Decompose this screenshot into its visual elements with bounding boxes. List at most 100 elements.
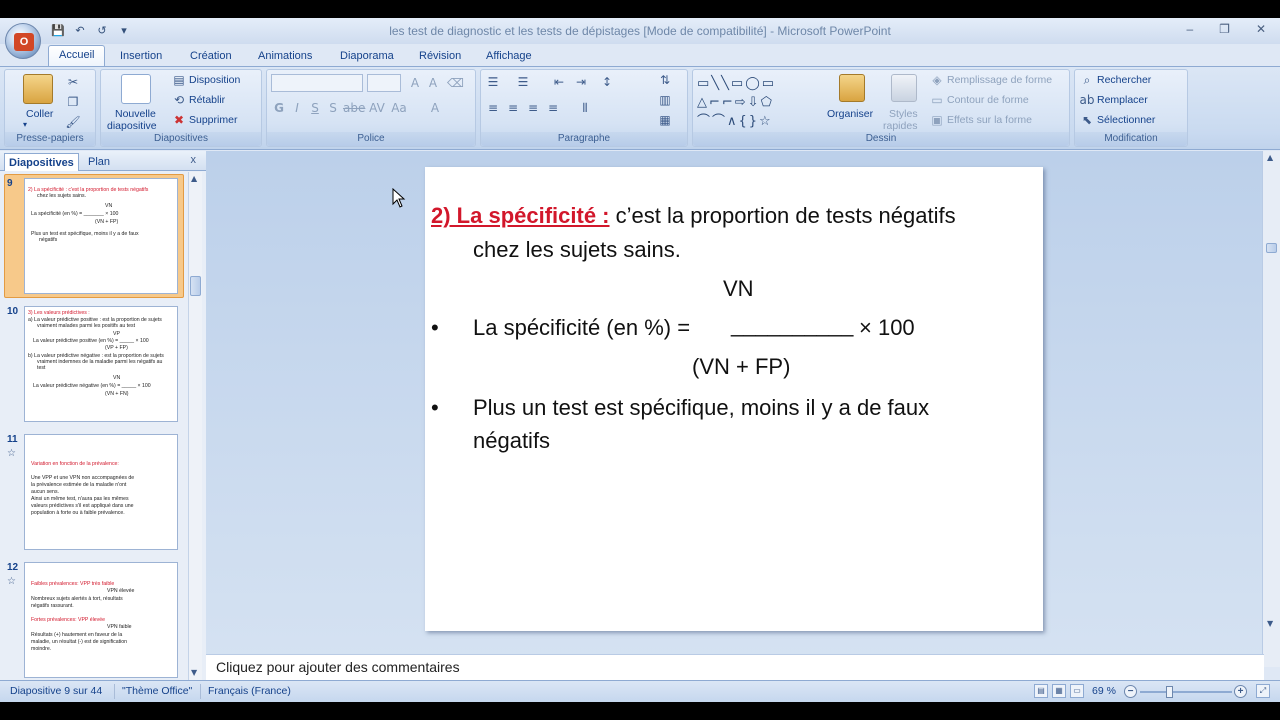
slide-thumbnail-9[interactable]: 9 2) La spécificité : c'est la proportio… [4, 174, 184, 300]
shrink-font-icon[interactable]: A [425, 75, 441, 91]
change-case-icon[interactable]: Aa [391, 100, 407, 116]
slide-sorter-icon[interactable]: ▦ [1052, 684, 1066, 698]
scroll-thumb[interactable] [190, 276, 201, 296]
strikethrough-icon[interactable]: abe [343, 100, 365, 116]
line-spacing-icon[interactable]: ↕ [599, 74, 615, 90]
tab-affichage[interactable]: Affichage [486, 47, 532, 66]
clear-format-icon[interactable]: ⌫ [447, 75, 464, 91]
scroll-up-icon[interactable]: ▲ [191, 174, 197, 183]
customize-qat-icon[interactable]: ▾ [116, 23, 132, 39]
slide-thumbnail-12[interactable]: 12 ☆ Faibles prévalences: VPP très faibl… [4, 562, 184, 680]
window-controls: – ❐ ✕ [1186, 22, 1266, 36]
layout-button[interactable]: Disposition [189, 74, 240, 86]
arrange-icon[interactable] [839, 74, 865, 102]
zoom-level[interactable]: 69 % [1092, 685, 1116, 697]
font-family-select[interactable] [271, 74, 363, 92]
reset-button[interactable]: Rétablir [189, 94, 225, 106]
select-icon: ⬉ [1081, 113, 1093, 127]
quick-styles-button-line2[interactable]: rapides [883, 120, 917, 132]
font-color-icon[interactable]: A [427, 100, 443, 116]
smartart-icon[interactable]: ▦ [657, 112, 673, 128]
minimize-button[interactable]: – [1186, 22, 1193, 36]
align-left-icon[interactable]: ≡ [485, 100, 501, 116]
italic-icon[interactable]: I [289, 100, 305, 116]
scroll-down-icon[interactable]: ▼ [191, 668, 197, 677]
new-slide-button-line1[interactable]: Nouvelle [115, 108, 156, 120]
text-direction-icon[interactable]: ⇅ [657, 72, 673, 88]
justify-icon[interactable]: ≡ [545, 100, 561, 116]
title-bar: les test de diagnostic et les tests de d… [0, 18, 1280, 44]
replace-button[interactable]: Remplacer [1097, 94, 1148, 106]
underline-icon[interactable]: S [307, 100, 323, 116]
find-button[interactable]: Rechercher [1097, 74, 1151, 86]
align-text-icon[interactable]: ▥ [657, 92, 673, 108]
status-bar: Diapositive 9 sur 44 "Thème Office" Fran… [0, 680, 1280, 702]
quick-styles-button-line1[interactable]: Styles [889, 108, 918, 120]
char-spacing-icon[interactable]: AV [369, 100, 385, 116]
decrease-indent-icon[interactable]: ⇤ [551, 74, 567, 90]
copy-icon[interactable]: ❐ [65, 94, 81, 110]
undo-icon[interactable]: ↶ [72, 23, 88, 39]
scroll-down-icon[interactable]: ▼ [1267, 619, 1273, 628]
tab-revision[interactable]: Révision [419, 47, 461, 66]
zoom-slider-thumb[interactable] [1166, 686, 1173, 698]
canvas-scrollbar[interactable]: ▲ ▼ [1262, 151, 1280, 667]
cut-icon[interactable]: ✂ [65, 74, 81, 90]
tab-plan[interactable]: Plan [88, 153, 110, 171]
normal-view-icon[interactable]: ▤ [1034, 684, 1048, 698]
tab-animations[interactable]: Animations [258, 47, 312, 66]
slide-preview: 2) La spécificité : c'est la proportion … [24, 178, 178, 294]
font-size-select[interactable] [367, 74, 401, 92]
redo-icon[interactable]: ↺ [94, 23, 110, 39]
align-right-icon[interactable]: ≡ [525, 100, 541, 116]
quick-styles-icon[interactable] [891, 74, 917, 102]
shapes-gallery[interactable]: ▭╲╲▭◯▭ △⌐⌐⇨⇩⬠ ⌒⌒∧{}☆ [697, 74, 815, 130]
fit-to-window-icon[interactable]: ⤢ [1256, 684, 1270, 698]
tab-insertion[interactable]: Insertion [120, 47, 162, 66]
align-center-icon[interactable]: ≡ [505, 100, 521, 116]
notes-placeholder[interactable]: Cliquez pour ajouter des commentaires [216, 659, 460, 675]
tab-creation[interactable]: Création [190, 47, 232, 66]
paste-icon[interactable] [23, 74, 53, 104]
scroll-thumb[interactable] [1266, 243, 1277, 253]
paste-button[interactable]: Coller [26, 108, 53, 120]
slide-counter: Diapositive 9 sur 44 [10, 685, 103, 697]
clipboard-label: Presse-papiers [5, 132, 95, 146]
save-icon[interactable]: 💾 [50, 23, 66, 39]
zoom-in-icon[interactable]: + [1234, 685, 1247, 698]
format-painter-icon[interactable]: 🖌 [65, 114, 81, 130]
slideshow-view-icon[interactable]: ▭ [1070, 684, 1084, 698]
delete-button[interactable]: Supprimer [189, 114, 237, 126]
close-button[interactable]: ✕ [1256, 22, 1266, 36]
notes-pane[interactable]: Cliquez pour ajouter des commentaires [206, 654, 1264, 680]
shape-effects-button[interactable]: Effets sur la forme [947, 114, 1032, 126]
shape-outline-button[interactable]: Contour de forme [947, 94, 1029, 106]
shadow-icon[interactable]: S [325, 100, 341, 116]
shape-fill-button[interactable]: Remplissage de forme [947, 74, 1052, 86]
office-button[interactable]: O [5, 23, 41, 59]
paste-dropdown-icon[interactable]: ▾ [23, 120, 27, 129]
slide-thumbnail-11[interactable]: 11 ☆ Variation en fonction de la prévale… [4, 434, 184, 552]
increase-indent-icon[interactable]: ⇥ [573, 74, 589, 90]
new-slide-button-line2[interactable]: diapositive [107, 120, 157, 132]
current-slide[interactable]: 2) La spécificité : c’est la proportion … [425, 167, 1043, 631]
tab-diapositives[interactable]: Diapositives [4, 153, 79, 171]
new-slide-icon[interactable] [121, 74, 151, 104]
bold-icon[interactable]: G [271, 100, 287, 116]
scroll-up-icon[interactable]: ▲ [1267, 153, 1273, 162]
select-button[interactable]: Sélectionner [1097, 114, 1155, 126]
tab-accueil[interactable]: Accueil [48, 45, 106, 66]
grow-font-icon[interactable]: A [407, 75, 423, 91]
maximize-button[interactable]: ❐ [1219, 22, 1230, 36]
tab-diaporama[interactable]: Diaporama [340, 47, 394, 66]
close-panel-button[interactable]: x [191, 154, 197, 166]
arrange-button[interactable]: Organiser [827, 108, 873, 120]
zoom-out-icon[interactable]: − [1124, 685, 1137, 698]
language[interactable]: Français (France) [208, 685, 291, 697]
thumbnail-scrollbar[interactable]: ▲ ▼ [188, 172, 202, 680]
numbering-icon[interactable]: ☰ [515, 74, 531, 90]
zoom-slider-track[interactable] [1140, 691, 1232, 693]
columns-icon[interactable]: ⫴ [577, 100, 593, 116]
slide-thumbnail-10[interactable]: 10 3) Les valeurs prédictives : a) La va… [4, 306, 184, 424]
bullets-icon[interactable]: ☰ [485, 74, 501, 90]
